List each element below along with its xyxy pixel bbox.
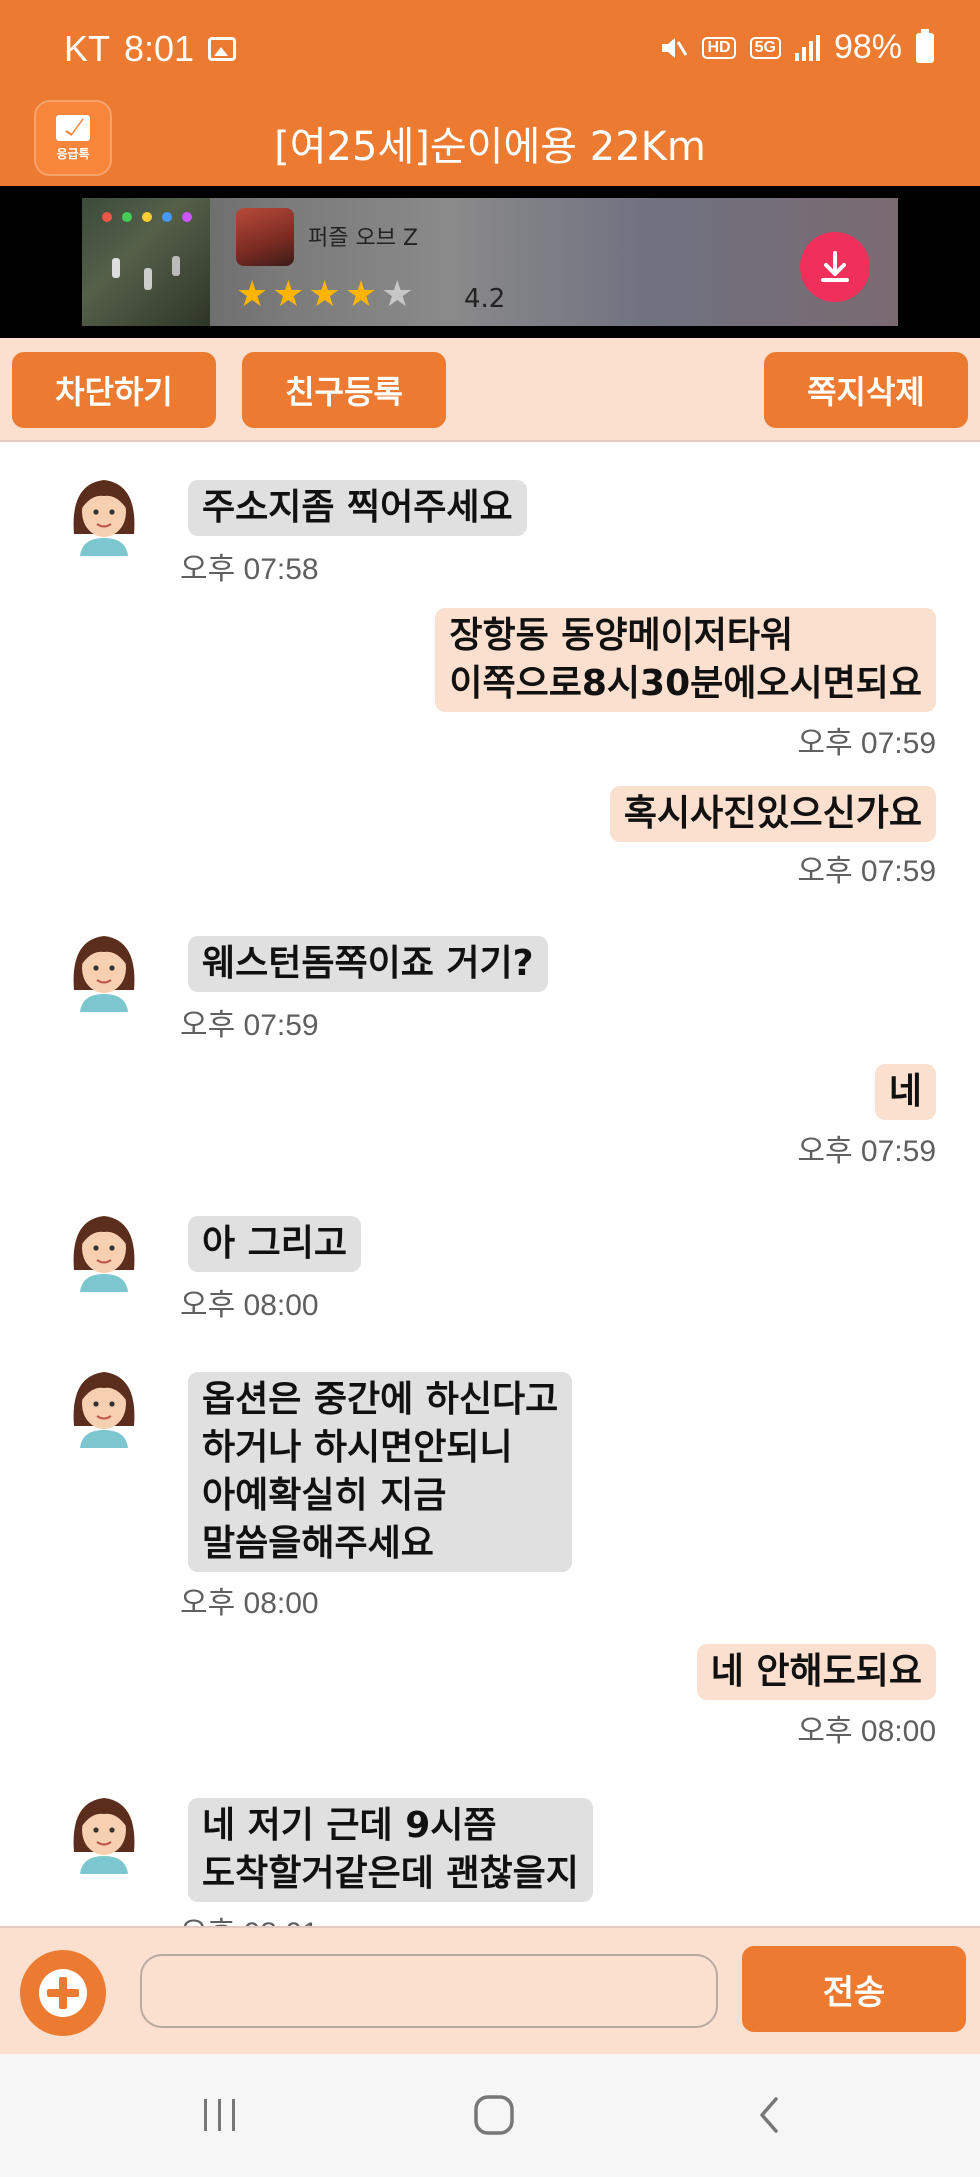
- action-bar: 차단하기 친구등록 쪽지삭제: [0, 338, 980, 442]
- female-avatar-icon: [73, 936, 135, 1012]
- female-avatar-icon: [73, 1216, 135, 1292]
- message-timestamp: 오후 07:59: [797, 1135, 936, 1168]
- ad-star-rating: ★★★★★: [236, 274, 417, 315]
- sent-message-bubble[interactable]: 네: [874, 1064, 936, 1120]
- 5g-icon: 5G: [749, 36, 781, 59]
- sent-message-bubble[interactable]: 혹시사진있으신가요: [609, 786, 936, 842]
- received-message-bubble[interactable]: 웨스턴돔쪽이죠 거기?: [188, 936, 548, 992]
- signal-icon: [794, 34, 820, 61]
- message-timestamp: 오후 08:00: [797, 1715, 936, 1748]
- ad-content[interactable]: 퍼즐 오브 Z ★★★★★ 4.2: [82, 198, 898, 326]
- battery-percent: 98%: [833, 28, 902, 66]
- download-button[interactable]: [800, 232, 870, 302]
- received-message-bubble[interactable]: 옵션은 중간에 하신다고 하거나 하시면안되니 아예확실히 지금 말씀을해주세요: [188, 1372, 573, 1572]
- message-timestamp: 오후 08:00: [180, 1587, 319, 1620]
- system-nav-bar: [0, 2054, 980, 2177]
- home-button[interactable]: [464, 2090, 524, 2140]
- carrier-label: KT: [64, 28, 111, 69]
- female-avatar-icon: [73, 480, 135, 556]
- recent-apps-button[interactable]: [190, 2090, 250, 2140]
- ad-game-name: 퍼즐 오브 Z: [308, 226, 419, 251]
- ad-thumbnail[interactable]: [82, 198, 210, 326]
- ad-rating-value: 4.2: [464, 284, 506, 314]
- message-timestamp: 오후 08:00: [180, 1289, 319, 1322]
- message-timestamp: 오후 07:59: [180, 1009, 319, 1042]
- back-icon: [760, 2097, 778, 2133]
- delete-notes-button[interactable]: 쪽지삭제: [764, 352, 968, 428]
- add-friend-button[interactable]: 친구등록: [242, 352, 446, 428]
- clock: 8:01: [124, 28, 195, 69]
- composer-bar: 전송: [0, 1926, 980, 2054]
- chat-title: [여25세]순이에용 22Km: [274, 124, 706, 170]
- plus-icon: [39, 1969, 87, 2017]
- message-timestamp: 오후 07:59: [797, 855, 936, 888]
- send-button[interactable]: 전송: [742, 1946, 966, 2032]
- star-icons: ★★★★: [236, 274, 382, 315]
- block-button[interactable]: 차단하기: [12, 352, 216, 428]
- sender-avatar[interactable]: [66, 930, 142, 1012]
- received-message-bubble[interactable]: 네 저기 근데 9시쯤 도착할거같은데 괜찮을지: [188, 1798, 593, 1902]
- ad-banner[interactable]: 퍼즐 오브 Z ★★★★★ 4.2: [0, 186, 980, 338]
- mute-icon: [662, 37, 688, 58]
- ad-game-icon[interactable]: [236, 208, 294, 266]
- female-avatar-icon: [73, 1372, 135, 1448]
- sender-avatar[interactable]: [66, 474, 142, 556]
- gallery-notification-icon: [208, 37, 237, 61]
- half-star-icon: ★: [381, 274, 418, 315]
- download-icon: [821, 251, 849, 282]
- status-bar: KT 8:01 HD 5G 98%: [0, 0, 980, 100]
- message-input[interactable]: [140, 1954, 718, 2028]
- chat-area[interactable]: 주소지좀 찍어주세요오후 07:58 장항동 동양메이저타워 이쪽으로8시30분에오…: [0, 442, 980, 1926]
- sender-avatar[interactable]: [66, 1210, 142, 1292]
- message-timestamp: 오후 08:01: [180, 1908, 319, 1926]
- battery-icon: [916, 28, 934, 63]
- received-message-bubble[interactable]: 주소지좀 찍어주세요: [188, 480, 527, 536]
- sender-avatar[interactable]: [66, 1792, 142, 1874]
- female-avatar-icon: [73, 1798, 135, 1874]
- message-timestamp: 오후 07:58: [180, 553, 319, 586]
- attach-button[interactable]: [20, 1950, 106, 2036]
- title-bar: 응급톡 [여25세]순이에용 22Km: [0, 100, 980, 186]
- sender-avatar[interactable]: [66, 1366, 142, 1448]
- sent-message-bubble[interactable]: 네 안해도되요: [696, 1644, 936, 1700]
- back-button[interactable]: [740, 2090, 800, 2140]
- message-timestamp: 오후 07:59: [797, 727, 936, 760]
- received-message-bubble[interactable]: 아 그리고: [188, 1216, 362, 1272]
- hd-voice-icon: HD: [702, 36, 736, 59]
- home-icon: [474, 2095, 514, 2135]
- recent-apps-icon: [204, 2099, 235, 2131]
- sent-message-bubble[interactable]: 장항동 동양메이저타워 이쪽으로8시30분에오시면되요: [435, 608, 936, 712]
